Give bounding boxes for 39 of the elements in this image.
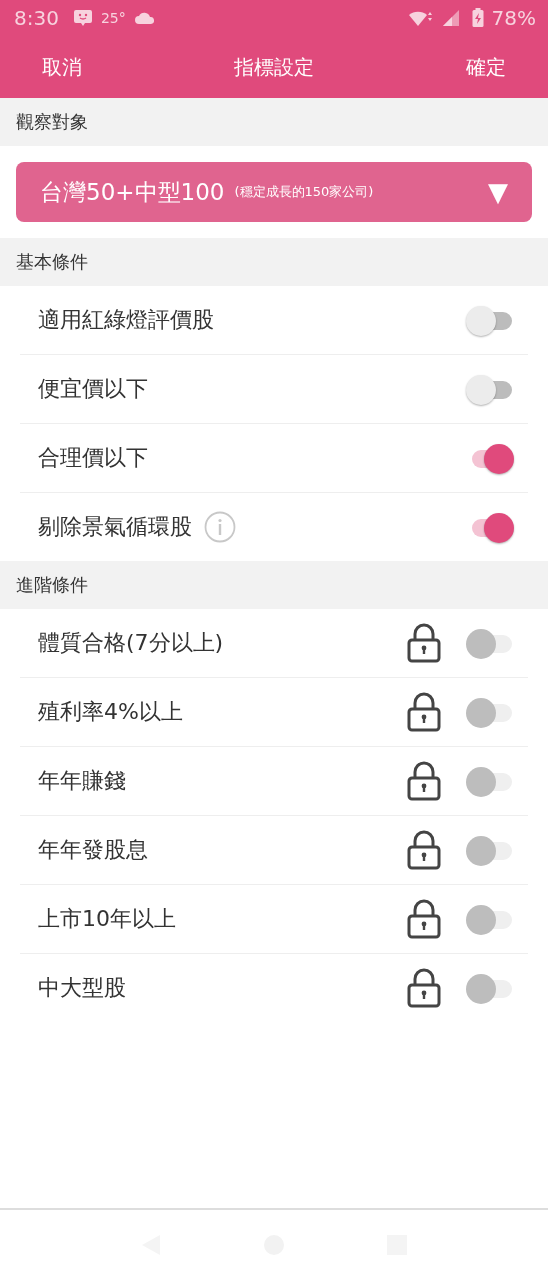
wifi-icon bbox=[407, 9, 434, 27]
option-label: 剔除景氣循環股 bbox=[38, 513, 192, 541]
chat-icon bbox=[72, 9, 93, 27]
toggle-switch[interactable] bbox=[466, 903, 514, 935]
lock-icon bbox=[406, 761, 442, 801]
option-label: 便宜價以下 bbox=[38, 375, 148, 403]
toggle-switch[interactable] bbox=[466, 834, 514, 866]
status-temperature: 25° bbox=[100, 10, 126, 26]
toggle-switch[interactable] bbox=[466, 696, 514, 728]
lock-icon bbox=[406, 692, 442, 732]
cloud-icon bbox=[133, 11, 156, 25]
option-label: 年年賺錢 bbox=[38, 767, 126, 795]
toggle-switch[interactable] bbox=[466, 765, 514, 797]
lock-icon bbox=[406, 830, 442, 870]
lock-icon bbox=[406, 623, 442, 663]
section-header: 進階條件 bbox=[0, 561, 548, 609]
lock-icon bbox=[406, 899, 442, 939]
toggle-switch[interactable] bbox=[466, 627, 514, 659]
option-label: 上市10年以上 bbox=[38, 905, 176, 933]
option-label: 合理價以下 bbox=[38, 444, 148, 472]
cancel-button[interactable]: 取消 bbox=[28, 47, 96, 87]
option-label: 體質合格(7分以上) bbox=[38, 629, 224, 657]
status-time: 8:30 bbox=[14, 6, 59, 30]
battery-icon bbox=[471, 8, 484, 28]
lock-icon bbox=[406, 968, 442, 1008]
section-header: 觀察對象 bbox=[0, 98, 548, 146]
page-title: 指標設定 bbox=[234, 53, 314, 81]
section-header: 基本條件 bbox=[0, 238, 548, 286]
toggle-switch[interactable] bbox=[466, 373, 514, 405]
target-dropdown[interactable]: 台灣50+中型100 (穩定成長的150家公司) ▼ bbox=[16, 162, 532, 222]
option-label: 年年發股息 bbox=[38, 836, 148, 864]
battery-percentage: 78% bbox=[491, 6, 536, 30]
toggle-switch[interactable] bbox=[466, 304, 514, 336]
confirm-button[interactable]: 確定 bbox=[452, 47, 520, 87]
option-label: 適用紅綠燈評價股 bbox=[38, 306, 214, 334]
option-label: 中大型股 bbox=[38, 974, 126, 1002]
info-icon[interactable] bbox=[204, 511, 236, 543]
toggle-switch[interactable] bbox=[466, 972, 514, 1004]
option-label: 殖利率4%以上 bbox=[38, 698, 183, 726]
